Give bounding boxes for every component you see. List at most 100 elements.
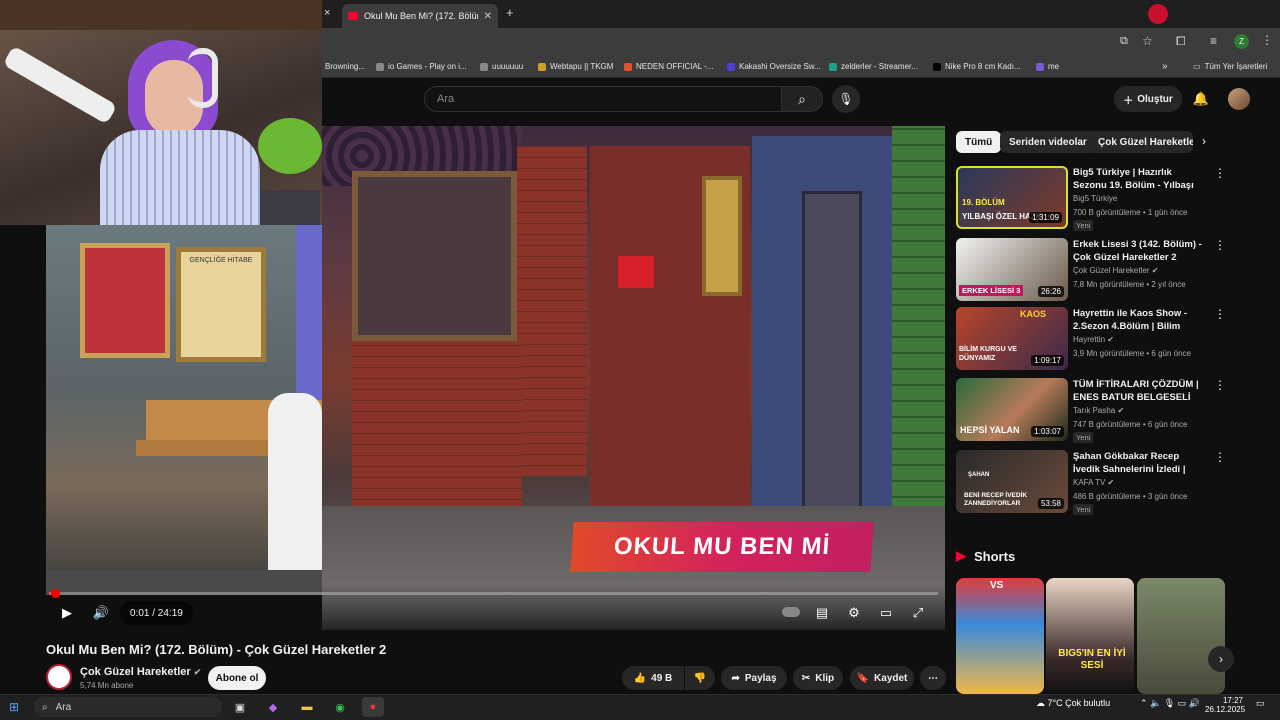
bookmark-item[interactable]: zelderler - Streamer... — [829, 62, 918, 71]
verified-icon: ✔ — [193, 667, 202, 677]
save-button[interactable]: 🔖 Kaydet — [850, 666, 914, 690]
kebab-menu-icon[interactable]: ⋮ — [1214, 378, 1226, 392]
browser-tab-active[interactable]: Okul Mu Ben Mi? (172. Bölüm) ✕ — [342, 4, 498, 28]
bookmark-item[interactable]: io Games - Play on i... — [376, 62, 467, 71]
theater-mode-icon[interactable]: ▭ — [873, 600, 899, 626]
bookmark-item[interactable]: Browning... — [325, 62, 365, 71]
kebab-menu-icon[interactable]: ⋮ — [1214, 166, 1226, 180]
recommendation-item[interactable]: ŞAHAN BENİ RECEP İVEDİK ZANNEDİYORLAR 53… — [956, 450, 1236, 516]
progress-scrubber[interactable] — [51, 589, 60, 598]
volume-icon[interactable]: 🔊 — [88, 600, 114, 626]
bookmark-favicon-icon — [1036, 62, 1044, 71]
recommendation-item[interactable]: ERKEK LİSESİ 3 26:26 Erkek Lisesi 3 (142… — [956, 238, 1236, 304]
plus-icon: ＋ — [1123, 95, 1134, 107]
channel-avatar[interactable] — [46, 664, 72, 690]
video-player[interactable]: OKUL MU BEN Mİ — [322, 126, 945, 630]
short-text: BIG5'IN EN İYİ SESİ — [1058, 648, 1126, 671]
chip-all[interactable]: Tümü — [956, 131, 1002, 153]
clock[interactable]: 17:27 26.12.2025 — [1205, 696, 1245, 714]
windows-start-icon[interactable]: ⊞ — [9, 700, 19, 714]
verified-icon: ✔ — [1107, 335, 1114, 344]
channel-name[interactable]: Çok Güzel Hareketler ✔ — [80, 666, 201, 678]
taskbar-search[interactable]: ⌕ Ara — [34, 697, 222, 717]
bookmark-label: Kakashi Oversize Sw... — [739, 62, 821, 71]
browser-menu-icon[interactable]: ⋮ — [1261, 33, 1273, 47]
kebab-menu-icon[interactable]: ⋮ — [1214, 450, 1226, 464]
recommendation-meta: 700 B görüntüleme • 1 gün önce — [1073, 208, 1188, 217]
chip-series[interactable]: Seriden videolar — [1000, 131, 1096, 153]
reading-list-icon[interactable]: ≡ — [1210, 34, 1217, 48]
subscribe-button[interactable]: Abone ol — [208, 666, 266, 690]
search-input[interactable]: Ara — [424, 86, 782, 112]
kebab-menu-icon[interactable]: ⋮ — [1214, 307, 1226, 321]
bookmark-item[interactable]: Webtapu || TKGM — [538, 62, 613, 71]
account-avatar[interactable] — [1228, 88, 1250, 110]
folder-icon: ▭ — [1193, 62, 1201, 71]
short-item[interactable]: VS — [956, 578, 1044, 694]
channel-name-text: Çok Güzel Hareketler — [80, 666, 191, 678]
cast-icon[interactable]: ⧉ — [1120, 35, 1128, 48]
kebab-menu-icon[interactable]: ⋮ — [1214, 238, 1226, 252]
recommendation-item[interactable]: 19. BÖLÜM YILBAŞI ÖZEL HAZIR 1:31:09 Big… — [956, 166, 1236, 232]
shorts-next-icon[interactable]: › — [1208, 646, 1234, 672]
notifications-bell-icon[interactable]: 🔔 — [1190, 88, 1212, 110]
fullscreen-icon[interactable]: ⤢ — [905, 600, 931, 626]
settings-gear-icon[interactable]: ⚙ — [841, 600, 867, 626]
obs-icon[interactable]: ● — [362, 697, 384, 717]
thumb-tag: 19. BÖLÜM — [962, 198, 1005, 207]
tray-icons[interactable]: ⌃ 🔈 🎙 ▭ 🔊 — [1140, 698, 1200, 709]
chevron-right-icon[interactable]: › — [1202, 134, 1206, 148]
more-actions-icon[interactable]: ⋯ — [920, 666, 946, 690]
recommendation-item[interactable]: HEPSİ YALAN 1:03:07 TÜM İFTİRALARI ÇÖZDÜ… — [956, 378, 1236, 444]
weather-widget[interactable]: ☁ 7°C Çok bulutlu — [1036, 698, 1110, 709]
bookmark-item[interactable]: NEDEN OFFICIAL -... — [624, 62, 714, 71]
dislike-button[interactable]: 👎 — [685, 666, 715, 690]
task-view-icon[interactable]: ▣ — [229, 697, 251, 717]
extension-logo-icon[interactable] — [1148, 4, 1168, 24]
notifications-icon[interactable]: ▭ — [1256, 698, 1265, 709]
door — [802, 191, 862, 521]
subtitles-icon[interactable]: ▤ — [809, 600, 835, 626]
short-item[interactable]: BIG5'IN EN İYİ SESİ — [1046, 578, 1134, 694]
bookmarks-overflow-icon[interactable]: » — [1162, 61, 1168, 72]
play-icon[interactable]: ▶ — [54, 600, 80, 626]
channel-text: Hayrettin — [1073, 335, 1106, 344]
chip-channel[interactable]: Çok Güzel Hareketler — [1089, 131, 1193, 153]
bookmark-item[interactable]: Nike Pro 8 cm Kadı... — [933, 62, 1021, 71]
recommendation-item[interactable]: KAOS BİLİM KURGU VE DÜNYAMIZ 1:09:17 Hay… — [956, 307, 1236, 373]
shorts-title: Shorts — [974, 548, 1016, 564]
file-explorer-icon[interactable]: ▬ — [296, 697, 318, 717]
short-item[interactable] — [1137, 578, 1225, 694]
autoplay-toggle[interactable] — [782, 607, 800, 617]
bookmark-item[interactable]: Kakashi Oversize Sw... — [727, 62, 821, 71]
video-progress-bar[interactable] — [48, 592, 938, 595]
cloud-icon: ☁ — [1036, 698, 1045, 708]
search-icon[interactable]: ⌕ — [781, 86, 823, 112]
star-bookmark-icon[interactable]: ☆ — [1142, 34, 1153, 48]
microphone-arm — [2, 45, 118, 125]
duration-badge: 1:03:07 — [1031, 426, 1064, 437]
extensions-icon[interactable]: ⧠ — [1176, 34, 1186, 49]
bookmark-item[interactable]: me — [1036, 62, 1059, 71]
microphone-icon[interactable]: 🎙 — [832, 85, 860, 113]
show-title-banner: OKUL MU BEN Mİ — [570, 522, 874, 572]
share-icon: ➦ — [731, 672, 740, 684]
bookmark-favicon-icon — [624, 62, 632, 71]
duration-badge: 1:09:17 — [1031, 355, 1064, 366]
create-button[interactable]: ＋ Oluştur — [1114, 86, 1182, 112]
recommendation-channel: Big5 Türkiye — [1073, 194, 1118, 203]
bookmark-label: uuuuuuu — [492, 62, 524, 71]
chrome-icon[interactable]: ◉ — [329, 697, 351, 717]
clip-button[interactable]: ✂ Klip — [793, 666, 843, 690]
profile-avatar[interactable]: Z — [1234, 34, 1249, 49]
recommendation-meta: 7,8 Mn görüntüleme • 2 yıl önce — [1073, 280, 1186, 289]
bookmark-item[interactable]: uuuuuuu — [480, 62, 523, 71]
share-button[interactable]: ➦ Paylaş — [721, 666, 787, 690]
close-tab-icon[interactable]: × — [324, 7, 330, 19]
all-bookmarks-folder[interactable]: ▭ Tüm Yer İşaretleri — [1193, 62, 1267, 71]
new-tab-button[interactable]: + — [506, 5, 514, 20]
new-badge: Yeni — [1073, 220, 1094, 231]
like-button[interactable]: 👍 49 B — [622, 666, 684, 690]
copilot-icon[interactable]: ◆ — [262, 697, 284, 717]
tab-close-icon[interactable]: ✕ — [484, 11, 492, 22]
